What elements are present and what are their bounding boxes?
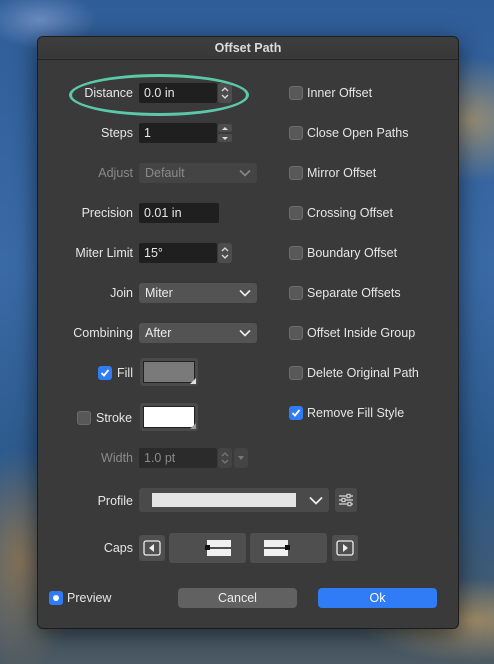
fill-label: Fill xyxy=(117,366,133,380)
offset-path-dialog: Offset Path Distance 0.0 in Steps 1 Adju… xyxy=(37,36,459,629)
miter-limit-label: Miter Limit xyxy=(75,246,133,260)
miter-limit-stepper[interactable] xyxy=(218,243,232,263)
cap-start-icon xyxy=(143,540,161,556)
stroke-color xyxy=(143,406,195,428)
mirror-offset-checkbox[interactable] xyxy=(289,166,303,180)
distance-highlight-ring xyxy=(69,74,249,116)
close-open-paths-label: Close Open Paths xyxy=(307,126,409,140)
dialog-title: Offset Path xyxy=(38,37,458,60)
profile-preview xyxy=(152,493,296,507)
offset-inside-group-checkbox[interactable] xyxy=(289,326,303,340)
remove-fill-style-checkbox[interactable] xyxy=(289,406,303,420)
steps-decrement-icon[interactable] xyxy=(218,134,232,142)
cap-style-left-button[interactable] xyxy=(169,533,246,563)
separate-offsets-label: Separate Offsets xyxy=(307,286,401,300)
cap-node-icon xyxy=(205,545,210,550)
steps-stepper[interactable] xyxy=(218,123,232,143)
chevron-down-icon xyxy=(309,496,323,505)
inner-offset-checkbox[interactable] xyxy=(289,86,303,100)
steps-label: Steps xyxy=(101,126,133,140)
width-field: 1.0 pt xyxy=(139,448,217,468)
profile-label: Profile xyxy=(97,494,133,508)
remove-fill-style-label: Remove Fill Style xyxy=(307,406,405,420)
crossing-offset-label: Crossing Offset xyxy=(307,206,393,220)
combining-dropdown[interactable]: After xyxy=(139,323,257,343)
delete-original-path-label: Delete Original Path xyxy=(307,366,419,380)
fill-checkbox[interactable] xyxy=(98,366,112,380)
cancel-button[interactable]: Cancel xyxy=(178,588,297,608)
profile-dropdown[interactable] xyxy=(139,488,329,512)
stroke-checkbox[interactable] xyxy=(77,411,91,425)
adjust-dropdown: Default xyxy=(139,163,257,183)
width-stepper xyxy=(218,448,232,468)
join-label: Join xyxy=(110,286,133,300)
crossing-offset-checkbox[interactable] xyxy=(289,206,303,220)
join-dropdown[interactable]: Miter xyxy=(139,283,257,303)
separate-offsets-checkbox[interactable] xyxy=(289,286,303,300)
close-open-paths-checkbox[interactable] xyxy=(289,126,303,140)
cap-style-right-button[interactable] xyxy=(250,533,327,563)
swatch-corner-icon xyxy=(190,378,196,384)
boundary-offset-checkbox[interactable] xyxy=(289,246,303,260)
preview-label: Preview xyxy=(67,591,112,605)
stroke-label: Stroke xyxy=(96,411,133,425)
join-value: Miter xyxy=(145,286,173,300)
preview-dot-icon xyxy=(53,595,59,601)
preview-checkbox[interactable] xyxy=(49,591,63,605)
inner-offset-label: Inner Offset xyxy=(307,86,373,100)
end-cap-button[interactable] xyxy=(332,535,358,561)
chevron-down-icon xyxy=(239,283,251,303)
start-cap-button[interactable] xyxy=(139,535,165,561)
cap-node-icon xyxy=(285,545,290,550)
cap-bar-bottom xyxy=(207,549,231,556)
cap-end-icon xyxy=(336,540,354,556)
miter-limit-field[interactable]: 15° xyxy=(139,243,217,263)
width-label: Width xyxy=(101,451,133,465)
chevron-down-icon xyxy=(239,323,251,343)
boundary-offset-label: Boundary Offset xyxy=(307,246,398,260)
steps-field[interactable]: 1 xyxy=(139,123,217,143)
ok-button[interactable]: Ok xyxy=(318,588,437,608)
mirror-offset-label: Mirror Offset xyxy=(307,166,377,180)
adjust-label: Adjust xyxy=(98,166,133,180)
profile-settings-button[interactable] xyxy=(335,488,357,512)
steps-increment-icon[interactable] xyxy=(218,124,232,132)
width-unit-dropdown xyxy=(234,448,248,468)
chevron-down-icon xyxy=(239,163,251,183)
offset-inside-group-label: Offset Inside Group xyxy=(307,326,416,340)
precision-label: Precision xyxy=(81,206,133,220)
combining-value: After xyxy=(145,326,172,340)
precision-field[interactable]: 0.01 in xyxy=(139,203,219,223)
adjust-value: Default xyxy=(145,166,185,180)
fill-color-swatch[interactable] xyxy=(140,358,198,386)
caps-label: Caps xyxy=(103,541,133,555)
delete-original-path-checkbox[interactable] xyxy=(289,366,303,380)
sliders-icon xyxy=(339,493,353,507)
swatch-corner-icon xyxy=(190,423,196,429)
stroke-color-swatch[interactable] xyxy=(140,403,198,431)
fill-color xyxy=(143,361,195,383)
combining-label: Combining xyxy=(73,326,133,340)
cap-bar-bottom xyxy=(264,549,288,556)
cap-bar-top xyxy=(207,540,231,547)
